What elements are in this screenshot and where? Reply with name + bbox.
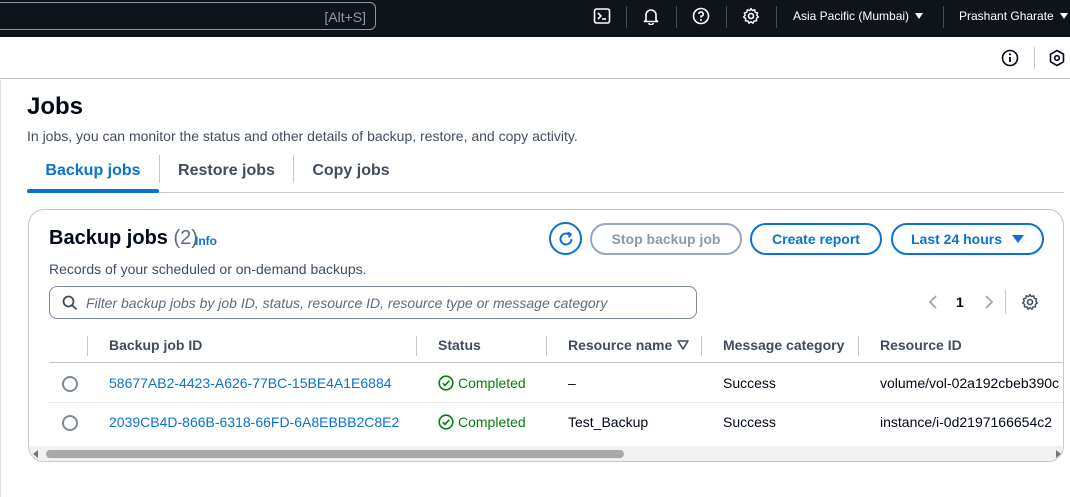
global-search-input[interactable]: [Alt+S] [0, 2, 376, 30]
table-settings-icon[interactable] [1021, 293, 1039, 311]
resource-id-cell: volume/vol-02a192cbeb390c [880, 375, 1060, 391]
tab-copy-jobs[interactable]: Copy jobs [294, 150, 408, 192]
column-header-message-category[interactable]: Message category [723, 337, 844, 353]
sort-descending-icon[interactable] [677, 340, 689, 350]
topbar-divider [776, 6, 777, 28]
topbar-divider [676, 6, 677, 28]
jobs-tabs: Backup jobs Restore jobs Copy jobs [27, 150, 1064, 193]
message-category-cell: Success [723, 414, 776, 430]
row-select-radio[interactable] [62, 415, 78, 431]
backup-job-id-link[interactable]: 58677AB2-4423-A626-77BC-15BE4A1E6884 [109, 375, 392, 391]
next-page-icon[interactable] [982, 294, 996, 310]
horizontal-scrollbar[interactable] [29, 446, 1063, 461]
scroll-right-arrow-icon[interactable] [1056, 450, 1061, 458]
container-title-text: Backup jobs [49, 227, 168, 249]
current-page-number[interactable]: 1 [956, 294, 964, 310]
strip-divider [1034, 47, 1035, 69]
table-row[interactable]: 58677AB2-4423-A626-77BC-15BE4A1E6884 Com… [49, 364, 1063, 403]
user-name: Prashant Gharate [959, 9, 1054, 23]
column-divider [546, 336, 547, 356]
page-description: In jobs, you can monitor the status and … [27, 128, 578, 144]
filter-input[interactable] [86, 287, 686, 318]
settings-panel-icon[interactable] [1048, 49, 1066, 67]
caret-down-icon [915, 13, 924, 19]
topbar-divider [626, 6, 627, 28]
column-divider [701, 336, 702, 356]
success-check-icon [438, 414, 454, 430]
message-category-cell: Success [723, 375, 776, 391]
column-header-resource-name[interactable]: Resource name [568, 337, 672, 353]
status-cell: Completed [438, 414, 526, 430]
column-header-backup-job-id[interactable]: Backup job ID [109, 337, 202, 353]
help-icon[interactable] [691, 6, 711, 26]
caret-down-icon [1059, 13, 1068, 19]
column-divider [858, 336, 859, 356]
page-title: Jobs [27, 93, 84, 120]
create-report-button[interactable]: Create report [750, 223, 882, 255]
gear-icon[interactable] [741, 6, 761, 26]
scrollbar-thumb[interactable] [46, 450, 624, 458]
status-text: Completed [458, 414, 526, 430]
resource-name-cell: – [568, 375, 576, 391]
tab-restore-jobs[interactable]: Restore jobs [160, 150, 293, 192]
scroll-left-arrow-icon[interactable] [33, 450, 38, 458]
column-divider [87, 336, 88, 356]
topbar-divider [726, 6, 727, 28]
stop-backup-job-button[interactable]: Stop backup job [590, 223, 742, 255]
status-cell: Completed [438, 375, 526, 391]
time-range-dropdown[interactable]: Last 24 hours [891, 223, 1044, 255]
column-header-status[interactable]: Status [438, 337, 481, 353]
container-title: Backup jobs (2) [49, 227, 198, 250]
table-row[interactable]: 2039CB4D-866B-6318-66FD-6A8EBBB2C8E2 Com… [49, 403, 1063, 442]
pager-divider [1005, 290, 1006, 314]
backup-job-id-link[interactable]: 2039CB4D-866B-6318-66FD-6A8EBBB2C8E2 [109, 414, 399, 430]
success-check-icon [438, 375, 454, 391]
caret-down-icon [1012, 235, 1025, 243]
tab-backup-jobs[interactable]: Backup jobs [27, 150, 159, 193]
region-label: Asia Pacific (Mumbai) [793, 9, 910, 23]
status-text: Completed [458, 375, 526, 391]
user-menu[interactable]: Prashant Gharate [959, 9, 1068, 23]
search-icon [62, 295, 78, 311]
filter-field[interactable] [49, 286, 697, 319]
info-panel-icon[interactable] [1001, 49, 1019, 67]
refresh-icon [559, 231, 572, 245]
top-navigation-bar: [Alt+S] Asia Pacific (Mumbai) Prashant G… [0, 0, 1070, 37]
column-divider [416, 336, 417, 356]
topbar-divider [943, 6, 944, 28]
time-range-label: Last 24 hours [910, 231, 1003, 247]
previous-page-icon[interactable] [926, 294, 940, 310]
info-link[interactable]: Info [195, 234, 217, 248]
search-shortcut-hint: [Alt+S] [324, 9, 366, 25]
bell-icon[interactable] [641, 6, 661, 26]
table-header: Backup job ID Status Resource name Messa… [49, 328, 1063, 363]
side-rule [0, 80, 1, 497]
container-description: Records of your scheduled or on-demand b… [49, 261, 367, 277]
cloudshell-icon[interactable] [592, 6, 612, 26]
row-select-radio[interactable] [62, 376, 78, 392]
refresh-button[interactable] [549, 222, 582, 255]
region-selector[interactable]: Asia Pacific (Mumbai) [793, 9, 924, 23]
resource-name-cell: Test_Backup [568, 414, 649, 430]
backup-jobs-container: Backup jobs (2) Info Records of your sch… [28, 209, 1064, 462]
column-header-resource-id[interactable]: Resource ID [880, 337, 962, 353]
tools-strip [0, 37, 1070, 79]
resource-id-cell: instance/i-0d2197166654c2 [880, 414, 1053, 430]
